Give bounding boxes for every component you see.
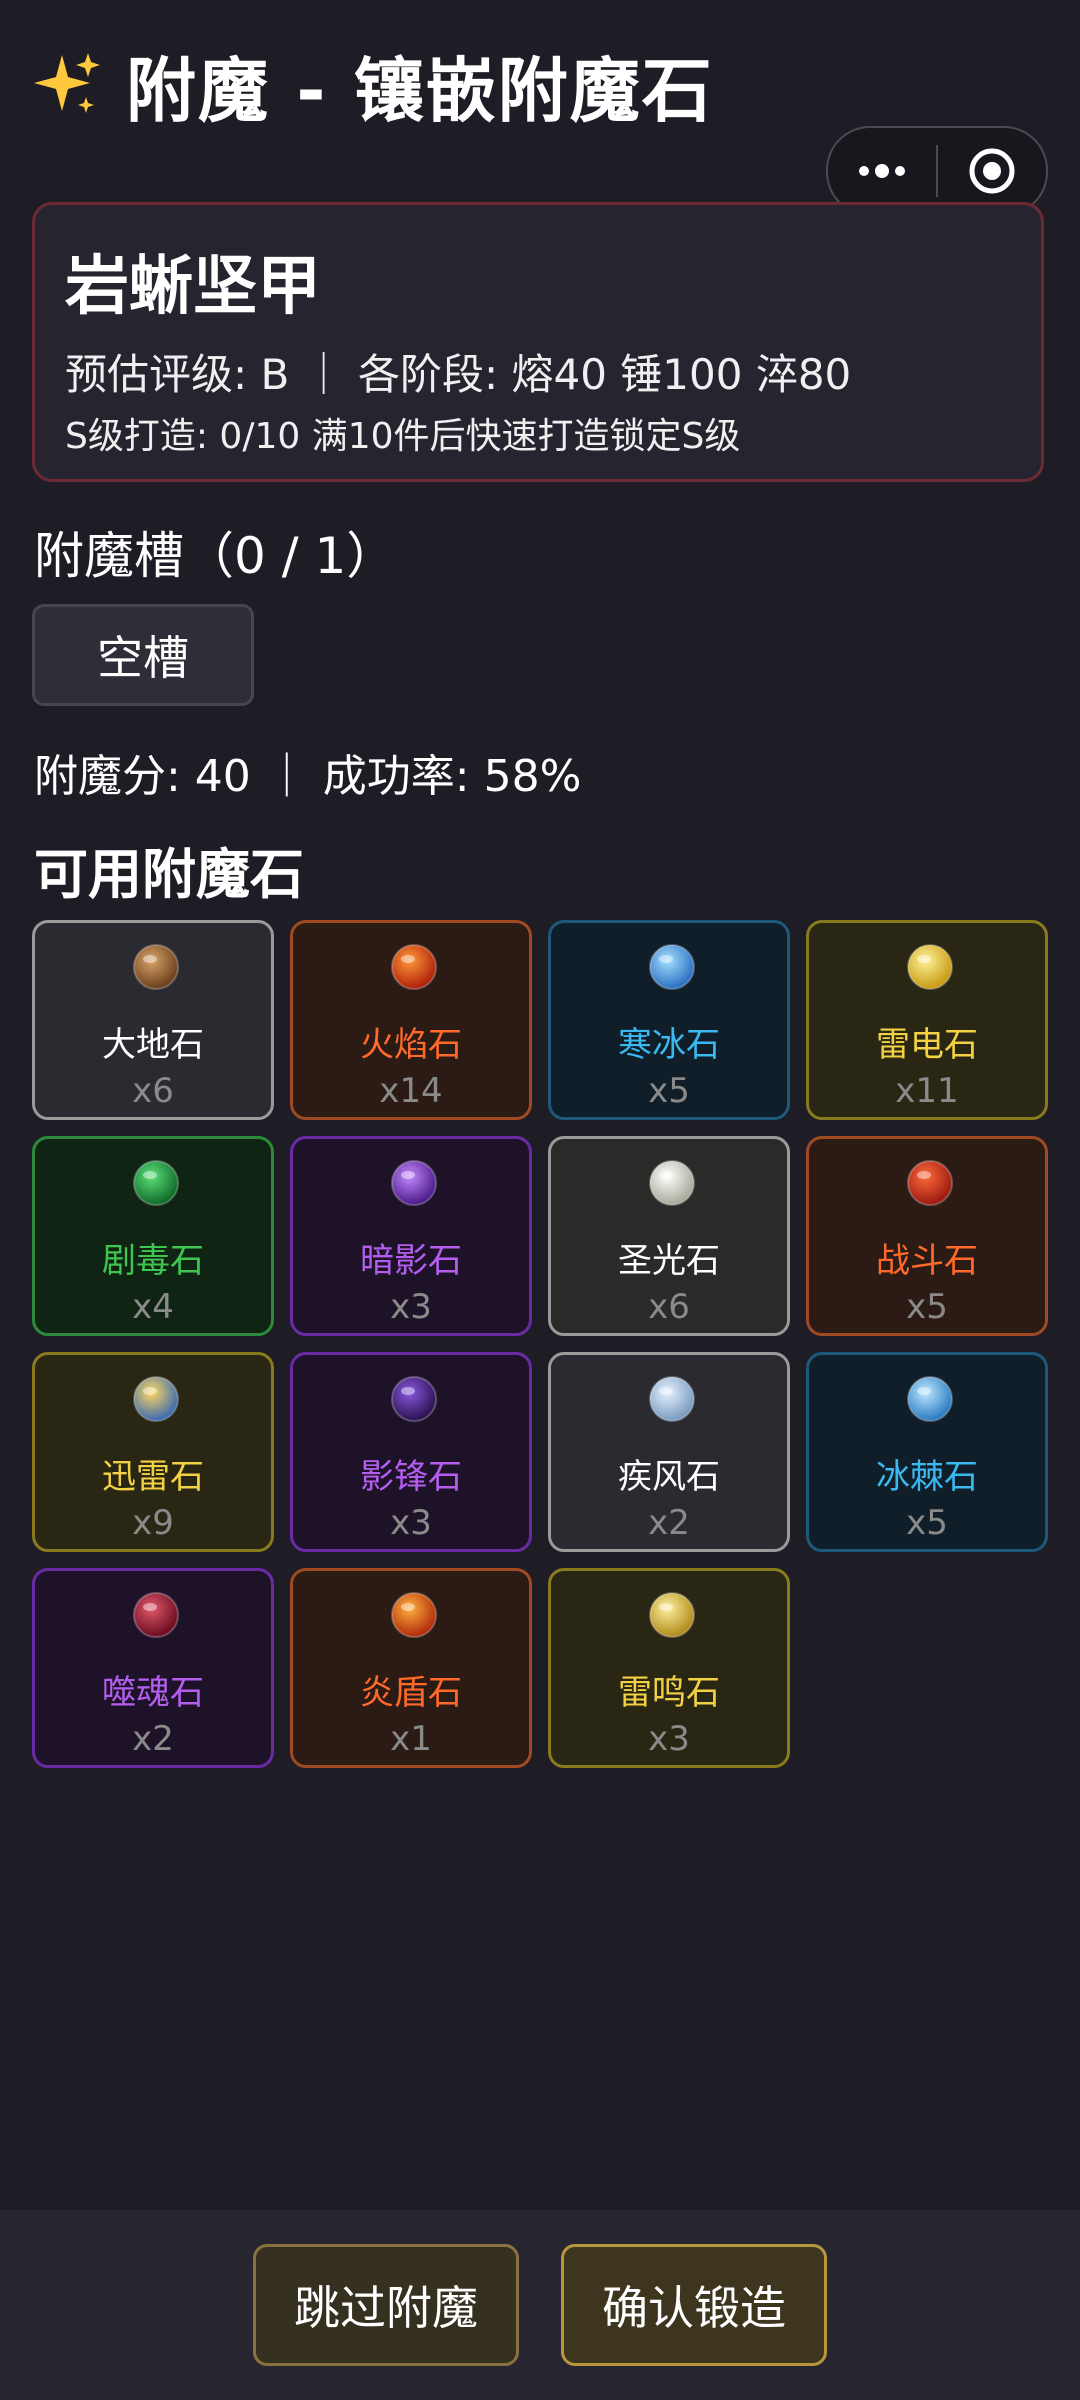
fire-stone-icon: [391, 944, 437, 990]
shadow-stone-icon: [391, 1160, 437, 1206]
stone-tile[interactable]: 疾风石 x2: [548, 1352, 790, 1552]
stone-tile[interactable]: 冰棘石 x5: [806, 1352, 1048, 1552]
shadow-blade-stone-icon: [391, 1376, 437, 1422]
gale-stone-icon: [649, 1376, 695, 1422]
item-name: 岩蜥坚甲: [65, 250, 321, 324]
stone-name: 大地石: [102, 1025, 204, 1065]
stone-count: x3: [390, 1503, 432, 1543]
stone-name: 疾风石: [618, 1457, 720, 1497]
stone-count: x5: [906, 1287, 948, 1327]
stone-tile[interactable]: 剧毒石 x4: [32, 1136, 274, 1336]
enchant-stats: 附魔分: 40 ｜ 成功率: 58%: [34, 751, 582, 802]
stone-name: 圣光石: [618, 1241, 720, 1281]
flame-shield-stone-icon: [391, 1592, 437, 1638]
poison-stone-icon: [133, 1160, 179, 1206]
earth-stone-icon: [133, 944, 179, 990]
item-rating-stages: 预估评级: B ｜ 各阶段: 熔40 锤100 淬80: [65, 350, 852, 399]
stone-name: 雷鸣石: [618, 1673, 720, 1713]
stone-count: x6: [648, 1287, 690, 1327]
soul-devour-stone-icon: [133, 1592, 179, 1638]
confirm-forge-button[interactable]: 确认锻造: [561, 2244, 827, 2366]
stone-tile[interactable]: 影锋石 x3: [290, 1352, 532, 1552]
stone-count: x5: [648, 1071, 690, 1111]
stone-name: 噬魂石: [102, 1673, 204, 1713]
stone-name: 雷电石: [876, 1025, 978, 1065]
ice-thorn-stone-icon: [907, 1376, 953, 1422]
available-stones-title: 可用附魔石: [34, 843, 304, 906]
skip-enchant-button[interactable]: 跳过附魔: [253, 2244, 519, 2366]
stone-tile[interactable]: 暗影石 x3: [290, 1136, 532, 1336]
stone-count: x4: [132, 1287, 174, 1327]
stone-name: 寒冰石: [618, 1025, 720, 1065]
stone-tile[interactable]: 炎盾石 x1: [290, 1568, 532, 1768]
stone-count: x14: [379, 1071, 443, 1111]
stone-count: x11: [895, 1071, 959, 1111]
stone-name: 冰棘石: [876, 1457, 978, 1497]
stone-count: x6: [132, 1071, 174, 1111]
swift-thunder-stone-icon: [133, 1376, 179, 1422]
stone-count: x2: [648, 1503, 690, 1543]
empty-slot-button[interactable]: 空槽: [32, 604, 254, 706]
page-title: 附魔 - 镶嵌附魔石: [126, 49, 714, 132]
thunder-roar-stone-icon: [649, 1592, 695, 1638]
sparkles-icon: [34, 53, 100, 113]
stone-count: x5: [906, 1503, 948, 1543]
enchant-slot-title: 附魔槽（0 / 1）: [34, 527, 397, 585]
stone-tile[interactable]: 雷电石 x11: [806, 920, 1048, 1120]
item-info-card: 岩蜥坚甲 预估评级: B ｜ 各阶段: 熔40 锤100 淬80 S级打造: 0…: [32, 202, 1044, 482]
stone-name: 炎盾石: [360, 1673, 462, 1713]
stone-tile[interactable]: 雷鸣石 x3: [548, 1568, 790, 1768]
stone-name: 影锋石: [360, 1457, 462, 1497]
more-dots-icon: [859, 164, 905, 178]
stone-count: x9: [132, 1503, 174, 1543]
stone-count: x3: [648, 1719, 690, 1759]
stone-name: 暗影石: [360, 1241, 462, 1281]
item-s-grade-progress: S级打造: 0/10 满10件后快速打造锁定S级: [65, 416, 741, 457]
stone-tile[interactable]: 噬魂石 x2: [32, 1568, 274, 1768]
stone-tile[interactable]: 圣光石 x6: [548, 1136, 790, 1336]
holy-light-stone-icon: [649, 1160, 695, 1206]
stone-tile[interactable]: 寒冰石 x5: [548, 920, 790, 1120]
ice-stone-icon: [649, 944, 695, 990]
stone-count: x3: [390, 1287, 432, 1327]
stone-tile[interactable]: 迅雷石 x9: [32, 1352, 274, 1552]
battle-stone-icon: [907, 1160, 953, 1206]
header: 附魔 - 镶嵌附魔石: [32, 40, 714, 132]
stone-tile[interactable]: 战斗石 x5: [806, 1136, 1048, 1336]
target-circle-icon: [969, 148, 1015, 194]
stone-name: 火焰石: [360, 1025, 462, 1065]
stone-name: 剧毒石: [102, 1241, 204, 1281]
stone-count: x2: [132, 1719, 174, 1759]
stone-count: x1: [390, 1719, 432, 1759]
lightning-stone-icon: [907, 944, 953, 990]
stone-tile[interactable]: 火焰石 x14: [290, 920, 532, 1120]
stone-tile[interactable]: 大地石 x6: [32, 920, 274, 1120]
bottom-action-bar: 跳过附魔 确认锻造: [0, 2210, 1080, 2400]
stone-name: 战斗石: [876, 1241, 978, 1281]
stone-grid: 大地石 x6 火焰石 x14 寒冰石 x5 雷电石 x11 剧毒石 x4 暗影石 x3 圣光石 x6 战斗石…: [32, 920, 1048, 1768]
stone-name: 迅雷石: [102, 1457, 204, 1497]
